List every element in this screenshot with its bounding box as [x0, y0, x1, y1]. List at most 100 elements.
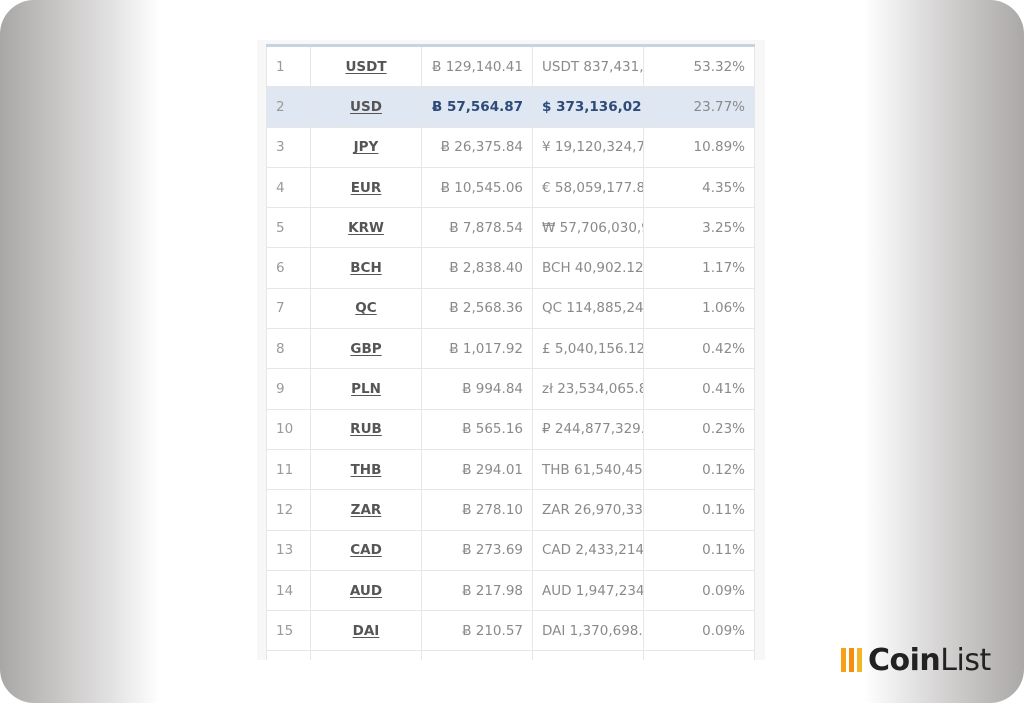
table-row[interactable]: 1 USDT Ƀ 129,140.41USDT 837,431,294.4053.3…	[266, 44, 755, 88]
symbol-cell: DAI	[310, 610, 422, 652]
table-row[interactable]: 2 USD Ƀ 57,564.87$ 373,136,021.9923.77%	[266, 86, 755, 128]
market-share-cell: 0.11%	[643, 529, 755, 571]
symbol-cell: GBP	[310, 328, 422, 370]
table-row[interactable]: 3 JPY Ƀ 26,375.84¥ 19,120,324,786.4810.89%	[266, 126, 755, 168]
markets-panel: 1 USDT Ƀ 129,140.41USDT 837,431,294.4053.3…	[257, 40, 765, 660]
rank-cell: 6	[266, 247, 311, 289]
btc-volume-cell: Ƀ 565.16	[421, 408, 533, 450]
btc-volume-cell: Ƀ 2,568.36	[421, 287, 533, 330]
rank-cell: 11	[266, 448, 311, 491]
currency-symbol-link[interactable]: THB	[351, 462, 382, 478]
market-share-cell: 0.12%	[643, 448, 755, 491]
volume-cell: USDT 837,431,294.40	[532, 44, 644, 88]
table-row[interactable]: 6 BCH Ƀ 2,838.40 BCH 40,902.12 1.17%	[266, 247, 755, 289]
table-row[interactable]: 7 QC Ƀ 2,568.36QC 114,885,242.461.06%	[266, 287, 755, 330]
rank-cell: 13	[266, 529, 311, 571]
currency-symbol-link[interactable]: DAI	[353, 623, 380, 639]
currency-symbol-link[interactable]: EUR	[351, 180, 382, 196]
rank-cell: 9	[266, 368, 311, 410]
market-share-cell	[643, 650, 755, 660]
rank-cell: 4	[266, 166, 311, 209]
currency-symbol-link[interactable]: ZAR	[351, 502, 382, 518]
currency-symbol-link[interactable]: RUB	[350, 421, 382, 437]
table-row[interactable]: 11 THB Ƀ 294.01THB 61,540,453.120.12%	[266, 448, 755, 491]
rank-cell: 1	[266, 44, 311, 88]
table-row[interactable]: 9 PLN Ƀ 994.84zł 23,534,065.820.41%	[266, 368, 755, 410]
rank-cell: 3	[266, 126, 311, 168]
volume-cell: THB 61,540,453.12	[532, 448, 644, 491]
market-share-cell: 0.11%	[643, 489, 755, 531]
volume-cell: BCH 40,902.12	[532, 247, 644, 289]
btc-volume-cell: Ƀ 10,545.06	[421, 166, 533, 209]
btc-volume-cell: Ƀ 57,564.87	[421, 86, 533, 128]
symbol-cell: EUR	[310, 166, 422, 209]
table-row[interactable]: 10 RUB Ƀ 565.16₽ 244,877,329.010.23%	[266, 408, 755, 450]
symbol-cell: USD	[310, 86, 422, 128]
volume-cell: DAI 1,370,698.63	[532, 610, 644, 652]
symbol-cell	[310, 650, 422, 660]
table-row[interactable]: 15 DAI Ƀ 210.57DAI 1,370,698.630.09%	[266, 610, 755, 652]
rank-cell: 14	[266, 569, 311, 612]
currency-symbol-link[interactable]: BCH	[350, 260, 382, 276]
market-share-cell: 23.77%	[643, 86, 755, 128]
coinlist-logo: CoinList	[841, 643, 991, 678]
volume-cell: € 58,059,177.89	[532, 166, 644, 209]
btc-volume-cell: Ƀ 7,878.54	[421, 207, 533, 249]
symbol-cell: BCH	[310, 247, 422, 289]
symbol-cell: QC	[310, 287, 422, 330]
market-share-cell: 0.23%	[643, 408, 755, 450]
currency-symbol-link[interactable]: GBP	[350, 341, 381, 357]
market-share-cell: 0.09%	[643, 610, 755, 652]
rank-cell: 7	[266, 287, 311, 330]
currency-symbol-link[interactable]: USD	[350, 99, 382, 115]
volume-cell: ¥ 19,120,324,786.48	[532, 126, 644, 168]
volume-cell	[532, 650, 644, 660]
table-row[interactable]: 4 EUR Ƀ 10,545.06 € 58,059,177.89 4.35%	[266, 166, 755, 209]
btc-volume-cell: Ƀ 210.57	[421, 610, 533, 652]
market-share-cell: 3.25%	[643, 207, 755, 249]
symbol-cell: KRW	[310, 207, 422, 249]
btc-volume-cell: Ƀ 278.10	[421, 489, 533, 531]
table-row[interactable]: 5 KRW Ƀ 7,878.54₩ 57,706,030,984.203.25%	[266, 207, 755, 249]
btc-volume-cell: Ƀ 217.98	[421, 569, 533, 612]
logo-bars-icon	[841, 648, 862, 672]
logo-wordmark: CoinList	[868, 643, 991, 678]
currency-symbol-link[interactable]: AUD	[350, 583, 382, 599]
currency-symbol-link[interactable]: PLN	[351, 381, 381, 397]
symbol-cell: AUD	[310, 569, 422, 612]
volume-cell: £ 5,040,156.12	[532, 328, 644, 370]
market-share-cell: 0.41%	[643, 368, 755, 410]
volume-cell: ₽ 244,877,329.01	[532, 408, 644, 450]
volume-cell: zł 23,534,065.82	[532, 368, 644, 410]
symbol-cell: PLN	[310, 368, 422, 410]
logo-bar	[849, 648, 854, 672]
volume-cell: $ 373,136,021.99	[532, 86, 644, 128]
volume-cell: ZAR 26,970,335.61	[532, 489, 644, 531]
currency-symbol-link[interactable]: QC	[355, 300, 376, 316]
symbol-cell: THB	[310, 448, 422, 491]
logo-word-light: List	[940, 642, 991, 678]
market-share-cell: 0.09%	[643, 569, 755, 612]
market-share-cell: 1.06%	[643, 287, 755, 330]
table-body: 1 USDT Ƀ 129,140.41USDT 837,431,294.4053.3…	[266, 44, 755, 660]
table-row[interactable]	[266, 650, 755, 660]
market-share-cell: 53.32%	[643, 44, 755, 88]
table-row[interactable]: 12 ZAR Ƀ 278.10ZAR 26,970,335.610.11%	[266, 489, 755, 531]
btc-volume-cell: Ƀ 294.01	[421, 448, 533, 491]
rank-cell	[266, 650, 311, 660]
currency-symbol-link[interactable]: USDT	[345, 59, 386, 75]
btc-volume-cell: Ƀ 129,140.41	[421, 44, 533, 88]
table-row[interactable]: 8 GBP Ƀ 1,017.92 £ 5,040,156.12 0.42%	[266, 328, 755, 370]
logo-bar	[841, 648, 846, 672]
btc-volume-cell: Ƀ 26,375.84	[421, 126, 533, 168]
currency-symbol-link[interactable]: KRW	[348, 220, 384, 236]
currency-symbol-link[interactable]: CAD	[350, 542, 382, 558]
market-share-cell: 4.35%	[643, 166, 755, 209]
currency-symbol-link[interactable]: JPY	[354, 139, 379, 155]
table-row[interactable]: 14 AUD Ƀ 217.98AUD 1,947,234.860.09%	[266, 569, 755, 612]
market-share-cell: 10.89%	[643, 126, 755, 168]
logo-word-bold: Coin	[868, 642, 941, 678]
currency-markets-table: 1 USDT Ƀ 129,140.41USDT 837,431,294.4053.3…	[266, 44, 755, 660]
table-row[interactable]: 13 CAD Ƀ 273.69CAD 2,433,214.840.11%	[266, 529, 755, 571]
logo-bar	[857, 648, 862, 672]
